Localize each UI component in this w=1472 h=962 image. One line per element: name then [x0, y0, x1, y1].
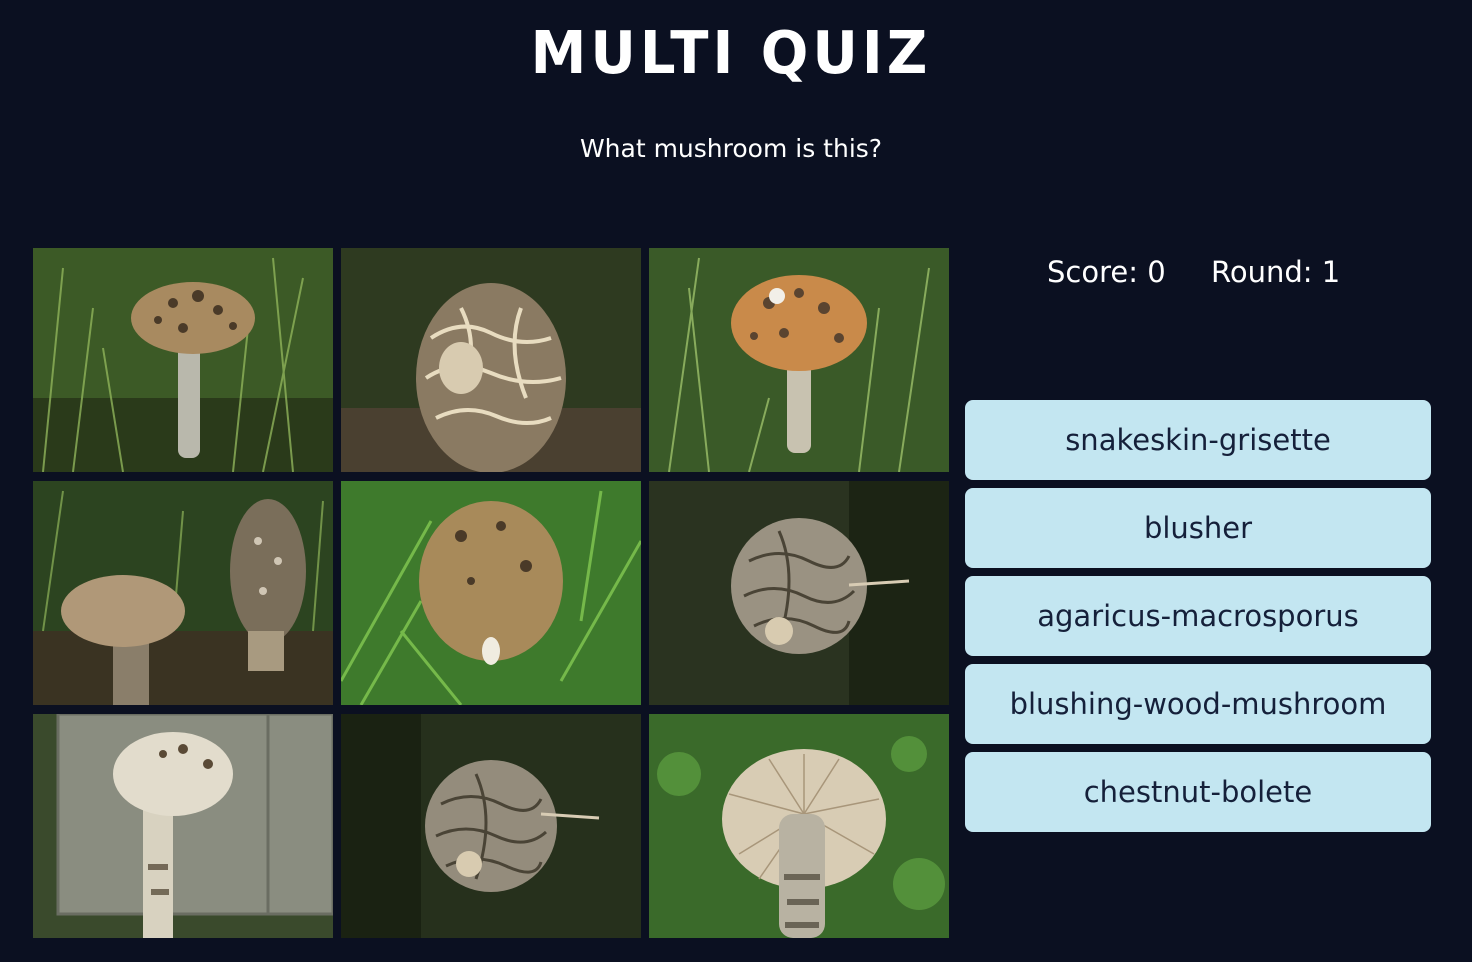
mushroom-photo — [649, 248, 949, 472]
answer-button[interactable]: snakeskin-grisette — [965, 400, 1431, 480]
mushroom-photo — [649, 714, 949, 938]
mushroom-photo — [33, 481, 333, 705]
mushroom-photo-image — [341, 714, 641, 938]
mushroom-photo-image — [341, 248, 641, 472]
page-title: MULTI QUIZ — [530, 19, 932, 88]
answer-button[interactable]: agaricus-macrosporus — [965, 576, 1431, 656]
mushroom-photo-image — [649, 248, 949, 472]
mushroom-photo-image — [341, 481, 641, 705]
mushroom-photo — [33, 248, 333, 472]
score-label: Score: 0 — [1047, 255, 1166, 289]
answer-options: snakeskin-grisette blusher agaricus-macr… — [965, 400, 1431, 840]
mushroom-photo-image — [33, 714, 333, 938]
mushroom-photo-image — [33, 481, 333, 705]
mushroom-photo — [341, 248, 641, 472]
mushroom-photo-image — [649, 481, 949, 705]
mushroom-photo-image — [33, 248, 333, 472]
mushroom-photo-grid — [33, 248, 949, 939]
mushroom-photo-image — [649, 714, 949, 938]
answer-button[interactable]: blushing-wood-mushroom — [965, 664, 1431, 744]
mushroom-photo — [341, 481, 641, 705]
answer-button[interactable]: chestnut-bolete — [965, 752, 1431, 832]
round-label: Round: 1 — [1211, 255, 1341, 289]
mushroom-photo — [33, 714, 333, 938]
question-text: What mushroom is this? — [579, 134, 883, 163]
mushroom-photo — [341, 714, 641, 938]
mushroom-photo — [649, 481, 949, 705]
quiz-page: MULTI QUIZ What mushroom is this? Score:… — [0, 0, 1472, 962]
answer-button[interactable]: blusher — [965, 488, 1431, 568]
score-round-display: Score: 0 Round: 1 — [1047, 252, 1387, 292]
